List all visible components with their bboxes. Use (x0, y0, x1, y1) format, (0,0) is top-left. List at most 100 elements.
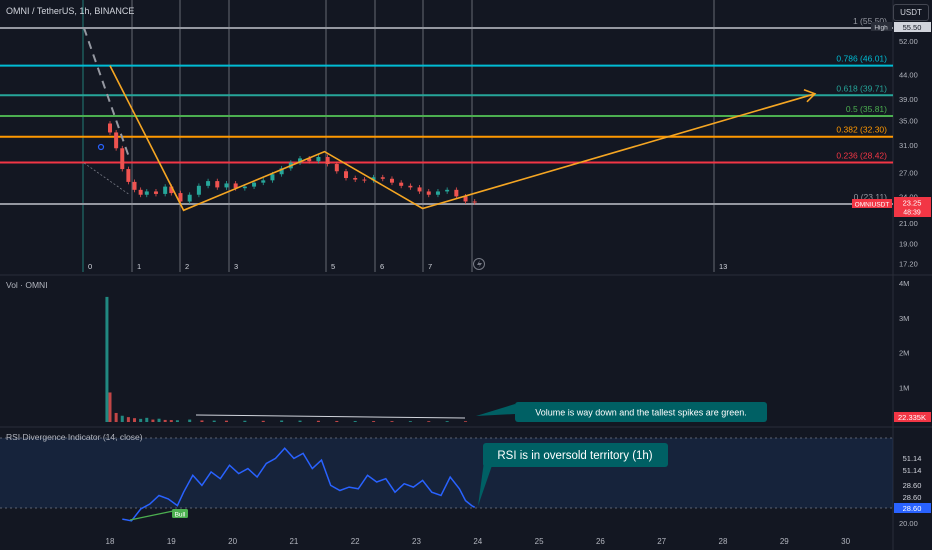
price-axis-tick: 52.00 (899, 37, 918, 46)
time-zone-label: 3 (234, 262, 238, 271)
candle-body (334, 164, 339, 172)
time-axis-tick: 18 (106, 537, 115, 546)
volume-bar (464, 421, 468, 422)
price-axis-tick: 17.20 (899, 259, 918, 268)
time-zone-label: 6 (380, 262, 384, 271)
rsi-value-text-1: 51.14 (903, 454, 922, 463)
candle-body (417, 187, 422, 192)
volume-bar (316, 420, 320, 422)
volume-bar (120, 415, 124, 422)
candle-body (325, 157, 330, 165)
candle-body (114, 132, 119, 149)
time-zone-label: 0 (88, 262, 92, 271)
zigzag-projection (109, 65, 816, 212)
time-axis-tick: 21 (289, 537, 298, 546)
volume-bar (175, 420, 179, 422)
volume-bar (427, 421, 431, 422)
candle-body (138, 189, 143, 195)
volume-bar (243, 420, 247, 422)
lightning-icon[interactable] (473, 258, 485, 270)
time-axis-tick: 25 (535, 537, 544, 546)
volume-last-text: 22.335K (898, 413, 926, 422)
candle-body (132, 181, 137, 190)
last-price-tag: OMNIUSDT 23.25 48:39 (852, 197, 931, 217)
currency-button[interactable]: USDT (893, 4, 929, 21)
initial-dump-trendline (83, 27, 131, 161)
candle-body (445, 189, 450, 192)
symbol-title: OMNI / TetherUS, 1h, BINANCE (6, 6, 135, 16)
volume-bar (408, 421, 412, 422)
rsi-band (0, 438, 893, 508)
price-axis-tick: 35.00 (899, 117, 918, 126)
volume-bar (163, 419, 167, 422)
volume-bar (188, 419, 192, 422)
volume-bar (133, 418, 137, 422)
fib-level-label: 0.786 (46.01) (836, 54, 887, 64)
high-value-text: 55.50 (903, 23, 922, 32)
volume-bar (390, 421, 394, 422)
candle-body (144, 191, 149, 195)
volume-axis-tick: 4M (899, 279, 909, 288)
time-axis-tick: 20 (228, 537, 237, 546)
volume-bar (335, 420, 339, 422)
bull-label-text: Bull (175, 512, 186, 519)
chart-stage: 0 1 2 3 5 6 7 13 1 (55.50)0.786 (46.01)0.618 (3… (0, 0, 932, 550)
time-zone-label: 13 (719, 262, 727, 271)
lightning-icon-bolt (477, 260, 482, 269)
price-axis-tick: 39.00 (899, 95, 918, 104)
rsi-axis-tick: 20.00 (899, 519, 918, 528)
volume-bar (224, 420, 228, 422)
rsi-value-text-3: 28.60 (903, 481, 922, 490)
candle-body (389, 178, 394, 183)
time-axis-tick: 27 (657, 537, 666, 546)
price-axis-tick: 31.00 (899, 141, 918, 150)
candle-body (126, 169, 131, 182)
volume-bar (261, 420, 265, 422)
bull-divergence-line (129, 509, 179, 521)
volume-callout[interactable]: Volume is way down and the tallest spike… (476, 402, 767, 422)
volume-bar (157, 418, 161, 422)
volume-bar (169, 420, 173, 422)
time-axis-tick: 29 (780, 537, 789, 546)
volume-axis-tick: 1M (899, 383, 909, 392)
volume-bar (126, 417, 130, 422)
rsi-value-text-5: 28.60 (903, 504, 922, 513)
candle-body (270, 174, 275, 181)
volume-bar (445, 421, 449, 422)
candle-body (344, 171, 349, 179)
candle-body (187, 194, 192, 202)
rsi-pane-title: RSI Divergence Indicator (14, close) (6, 432, 143, 442)
candle-body (224, 183, 229, 188)
candle-body (153, 191, 158, 194)
candle-countdown-text: 48:39 (903, 210, 921, 217)
time-axis-tick: 23 (412, 537, 421, 546)
volume-bar (353, 421, 357, 422)
candle-body (215, 181, 220, 188)
time-axis-tick: 30 (841, 537, 850, 546)
candle-body (206, 181, 211, 186)
candle-body (435, 191, 440, 195)
candle-body (108, 123, 112, 133)
candle-body (261, 180, 266, 183)
volume-bar (298, 420, 302, 422)
rsi-callout-text: RSI is in oversold territory (1h) (497, 450, 652, 462)
volume-bar (145, 417, 149, 422)
candle-body (252, 182, 257, 187)
volume-callout-pointer (476, 404, 515, 416)
candle-body (353, 178, 358, 180)
time-zone-label: 7 (428, 262, 432, 271)
volume-bar (372, 421, 376, 422)
price-axis-tick: 44.00 (899, 71, 918, 80)
volume-trendline (195, 414, 466, 419)
volume-axis-tick: 3M (899, 314, 909, 323)
volume-bar (139, 418, 143, 422)
rsi-value-text-4: 28.60 (903, 493, 922, 502)
time-axis-tick: 19 (167, 537, 176, 546)
symbol-tag-text: OMNIUSDT (855, 202, 890, 209)
fib-level-label: 0.618 (39.71) (836, 83, 887, 93)
candle-body (120, 148, 125, 170)
candle-body (399, 182, 404, 186)
volume-bar (151, 419, 155, 422)
last-price-text: 23.25 (903, 199, 922, 208)
bull-divergence-label: Bull (172, 509, 188, 519)
